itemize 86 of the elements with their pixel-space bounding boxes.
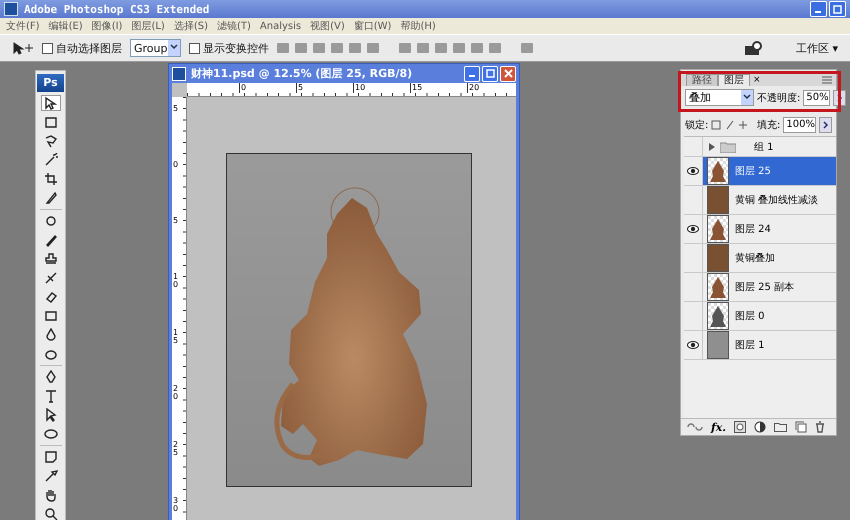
photoshop-logo: Ps (37, 74, 64, 92)
layer-row[interactable]: 图层 0 (684, 302, 836, 331)
panel-menu-icon[interactable] (822, 76, 832, 84)
app-title: Adobe Photoshop CS3 Extended (24, 2, 210, 16)
layer-row[interactable]: 图层 1 (684, 331, 836, 360)
menu-item[interactable]: 文件(F) (6, 19, 40, 33)
layer-thumbnail (707, 302, 729, 330)
ruler-label: 5 (173, 105, 179, 113)
layer-thumbnail (707, 157, 729, 185)
minimize-icon[interactable] (464, 66, 480, 82)
tab-close-button[interactable]: × (750, 75, 764, 86)
tool-preset-button[interactable] (12, 41, 34, 55)
link-icon[interactable] (687, 422, 703, 432)
layer-name: 图层 25 (735, 165, 771, 178)
layer-style-button[interactable]: fx. (711, 420, 726, 434)
menu-item[interactable]: 滤镜(T) (216, 19, 251, 33)
layer-name: 图层 1 (735, 339, 765, 352)
close-icon[interactable] (500, 66, 516, 82)
ruler-label: 15 (410, 83, 422, 93)
ruler-label: 20 (173, 385, 179, 401)
fill-field[interactable]: 100% (783, 116, 816, 132)
ruler-label: 30 (173, 497, 179, 513)
menu-item[interactable]: 视图(V) (310, 19, 345, 33)
ruler-label: 5 (173, 217, 179, 225)
auto-select-dropdown[interactable]: Group (130, 39, 181, 57)
dropdown-caret-icon[interactable] (741, 90, 753, 105)
panel-tab[interactable]: 图层 (718, 74, 750, 86)
layer-thumbnail (707, 244, 729, 272)
maximize-icon[interactable] (482, 66, 498, 82)
layer-row[interactable]: 黄铜 叠加线性减淡 (684, 186, 836, 215)
minimize-icon[interactable] (810, 1, 827, 17)
layer-name: 组 1 (754, 140, 774, 154)
mask-icon[interactable] (734, 421, 746, 433)
folder-icon (720, 140, 736, 152)
ruler-label: 20 (467, 83, 480, 93)
ruler-label: 15 (173, 329, 179, 345)
folder-icon[interactable] (774, 422, 788, 432)
expand-triangle-icon[interactable] (709, 142, 715, 150)
menu-item[interactable]: 帮助(H) (400, 19, 436, 33)
app-icon (4, 2, 18, 16)
opacity-label: 不透明度: (757, 92, 800, 104)
ruler-label: 10 (353, 83, 366, 93)
layer-name: 图层 0 (735, 310, 765, 323)
ruler-label: 25 (173, 441, 179, 457)
layer-name: 图层 25 副本 (735, 280, 794, 294)
show-transform-checkbox[interactable]: 显示变换控件 (189, 40, 269, 56)
layer-thumbnail (707, 331, 729, 359)
ruler-label: 0 (173, 161, 179, 169)
menu-item[interactable]: 窗口(W) (354, 19, 392, 33)
visibility-eye-icon[interactable] (684, 331, 703, 359)
layer-row[interactable]: 黄铜叠加 (684, 244, 836, 273)
blend-mode-dropdown[interactable]: 叠加 (685, 89, 754, 106)
auto-select-checkbox[interactable]: 自动选择图层 (42, 40, 122, 56)
layer-thumbnail (707, 186, 729, 214)
new-layer-icon[interactable] (795, 421, 808, 433)
layer-row[interactable]: 图层 25 (684, 157, 836, 186)
layer-row[interactable]: 图层 25 副本 (684, 273, 836, 302)
fill-slider-button[interactable] (819, 116, 832, 132)
menu-item[interactable]: 编辑(E) (48, 19, 83, 33)
ruler-label: 0 (239, 83, 246, 93)
move-tool-icon[interactable] (40, 95, 60, 111)
adjustment-icon[interactable] (754, 421, 766, 433)
dropdown-caret-icon[interactable] (168, 40, 180, 56)
panel-tab[interactable]: 路径 (686, 74, 718, 86)
maximize-icon[interactable] (829, 1, 846, 17)
menu-item[interactable]: 图层(L) (131, 19, 165, 33)
fill-label: 填充: (757, 118, 780, 132)
trash-icon[interactable] (815, 421, 826, 433)
layer-name: 黄铜 叠加线性减淡 (735, 194, 818, 207)
ruler-label: 10 (173, 273, 179, 289)
workspace-button[interactable]: 工作区 ▾ (792, 38, 842, 58)
menu-item[interactable]: 选择(S) (174, 19, 208, 33)
layer-thumbnail (707, 273, 729, 301)
menu-item[interactable]: Analysis (260, 20, 302, 32)
layer-thumbnail (707, 215, 729, 243)
lock-label: 锁定: (685, 118, 708, 132)
layer-row[interactable]: 图层 24 (684, 215, 836, 244)
document-icon (172, 66, 186, 80)
visibility-eye-icon[interactable] (684, 157, 703, 185)
document-title: 财神11.psd @ 12.5% (图层 25, RGB/8) (191, 66, 414, 81)
layer-name: 黄铜叠加 (735, 252, 775, 265)
menu-item[interactable]: 图像(I) (92, 19, 122, 33)
opacity-field[interactable]: 50% (803, 90, 830, 106)
ruler-label: 5 (296, 83, 304, 93)
layer-name: 图层 24 (735, 223, 771, 236)
visibility-eye-icon[interactable] (684, 215, 703, 243)
